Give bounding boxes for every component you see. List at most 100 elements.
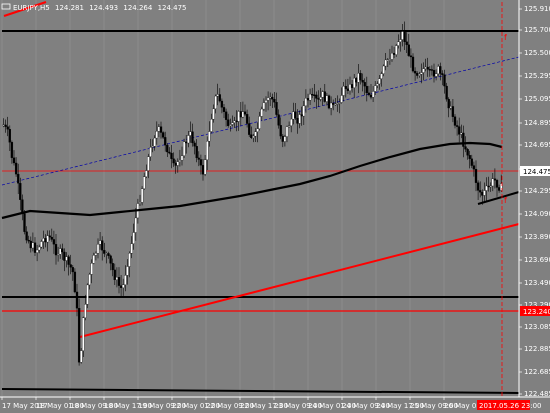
candle-body	[23, 213, 26, 232]
candle-body	[487, 185, 490, 188]
candle-body	[367, 92, 371, 96]
price-tick-label: 125.910	[524, 5, 550, 13]
candle-body	[371, 91, 375, 98]
moving-average-line[interactable]	[1, 141, 503, 220]
candle-body	[111, 263, 114, 271]
candle-body	[65, 256, 68, 261]
candle-body	[395, 45, 398, 55]
candle-body	[271, 96, 274, 100]
candle-body	[290, 118, 293, 126]
candle-body	[311, 93, 314, 96]
candle-body	[332, 102, 335, 105]
time-axis[interactable]: 17 May 201718 May 01:0018 May 09:0018 Ma…	[1, 397, 492, 410]
candle-body	[300, 114, 303, 117]
price-tick-label: 125.500	[524, 49, 550, 57]
candle-body	[54, 244, 58, 256]
candle-body	[155, 131, 158, 139]
candle-body	[258, 116, 261, 129]
candle-body	[325, 95, 329, 102]
candle-body	[390, 52, 394, 60]
candle-body	[189, 131, 192, 136]
candle-body	[63, 251, 66, 261]
candle-body	[243, 111, 247, 115]
bottom-line[interactable]	[1, 388, 520, 394]
candle-body	[140, 188, 144, 203]
candle-body	[399, 39, 402, 43]
candle-body	[472, 165, 476, 170]
candle-body	[407, 44, 410, 56]
candle-body	[149, 147, 152, 157]
candle-body	[455, 125, 459, 127]
candle-body	[340, 95, 343, 103]
candle-body	[17, 173, 20, 184]
price-chart[interactable]: f f EURJPY,H5 124.281 124.493 124.264 12…	[0, 0, 550, 413]
price-tick-label: 122.685	[524, 368, 550, 376]
candle-body	[75, 291, 79, 309]
candle-body	[245, 114, 249, 124]
candle-body	[443, 74, 446, 87]
current-time-box: 2017.05.26 23:00	[477, 400, 541, 410]
current-price-box: 124.475	[520, 166, 550, 176]
candle-body	[327, 95, 331, 109]
price-tick-label: 124.295	[524, 187, 550, 195]
candle-body	[61, 248, 64, 253]
candle-body	[485, 185, 488, 191]
candle-body	[126, 266, 129, 276]
candle-body	[224, 111, 228, 120]
candle-body	[292, 111, 295, 120]
candle-body	[42, 238, 45, 242]
candle-body	[50, 236, 53, 240]
candle-body	[386, 59, 389, 61]
candle-body	[323, 91, 326, 102]
candle-body	[479, 190, 482, 193]
candle-body	[294, 111, 297, 119]
candle-body	[48, 235, 51, 238]
chart-header: EURJPY,H5 124.281 124.493 124.264 124.47…	[1, 3, 187, 12]
candle-body	[67, 256, 70, 265]
chart-window[interactable]: f f EURJPY,H5 124.281 124.493 124.264 12…	[0, 0, 550, 413]
candle-body	[338, 102, 341, 104]
candle-body	[428, 69, 431, 71]
candle-body	[470, 158, 473, 166]
candle-body	[254, 131, 257, 137]
price-tick-label: 123.890	[524, 233, 550, 241]
candle-body	[143, 176, 146, 189]
close-value: 124.475	[158, 4, 187, 12]
low-value: 124.264	[123, 4, 152, 12]
candle-body	[216, 94, 219, 97]
candle-body	[413, 70, 417, 74]
current-time-label: 2017.05.26 23:00	[479, 402, 541, 410]
price-tick-label: 125.095	[524, 95, 550, 103]
candle-body	[491, 178, 494, 187]
candle-body	[313, 94, 316, 96]
candle-body	[107, 253, 110, 256]
price-tick-label: 123.690	[524, 256, 550, 264]
candle-body	[90, 263, 93, 275]
candle-body	[19, 183, 22, 200]
candle-body	[134, 217, 137, 233]
current-price-label: 124.475	[523, 168, 550, 176]
candle-body	[132, 232, 135, 244]
candle-body	[437, 66, 440, 74]
candle-body	[117, 277, 121, 286]
rising-trend-line[interactable]	[79, 223, 520, 338]
candle-body	[269, 96, 272, 99]
price-axis[interactable]: 125.910 125.700 125.500 125.295 125.095 124.8…	[519, 5, 550, 398]
price-tick-label: 124.695	[524, 141, 550, 149]
candle-body	[426, 66, 429, 70]
candle-body	[8, 129, 11, 143]
price-tick-label: 124.090	[524, 210, 550, 218]
candle-body	[185, 141, 188, 144]
candle-body	[174, 162, 177, 166]
candle-body	[264, 100, 268, 103]
candle-body	[392, 52, 396, 55]
candle-body	[416, 73, 419, 76]
candle-body	[103, 250, 106, 254]
candle-body	[44, 238, 47, 243]
candle-body	[40, 241, 43, 248]
candle-body	[101, 240, 104, 251]
candle-body	[187, 135, 190, 144]
candle-body	[334, 103, 337, 106]
price-tick-label: 125.700	[524, 26, 550, 34]
candle-body	[208, 131, 211, 142]
